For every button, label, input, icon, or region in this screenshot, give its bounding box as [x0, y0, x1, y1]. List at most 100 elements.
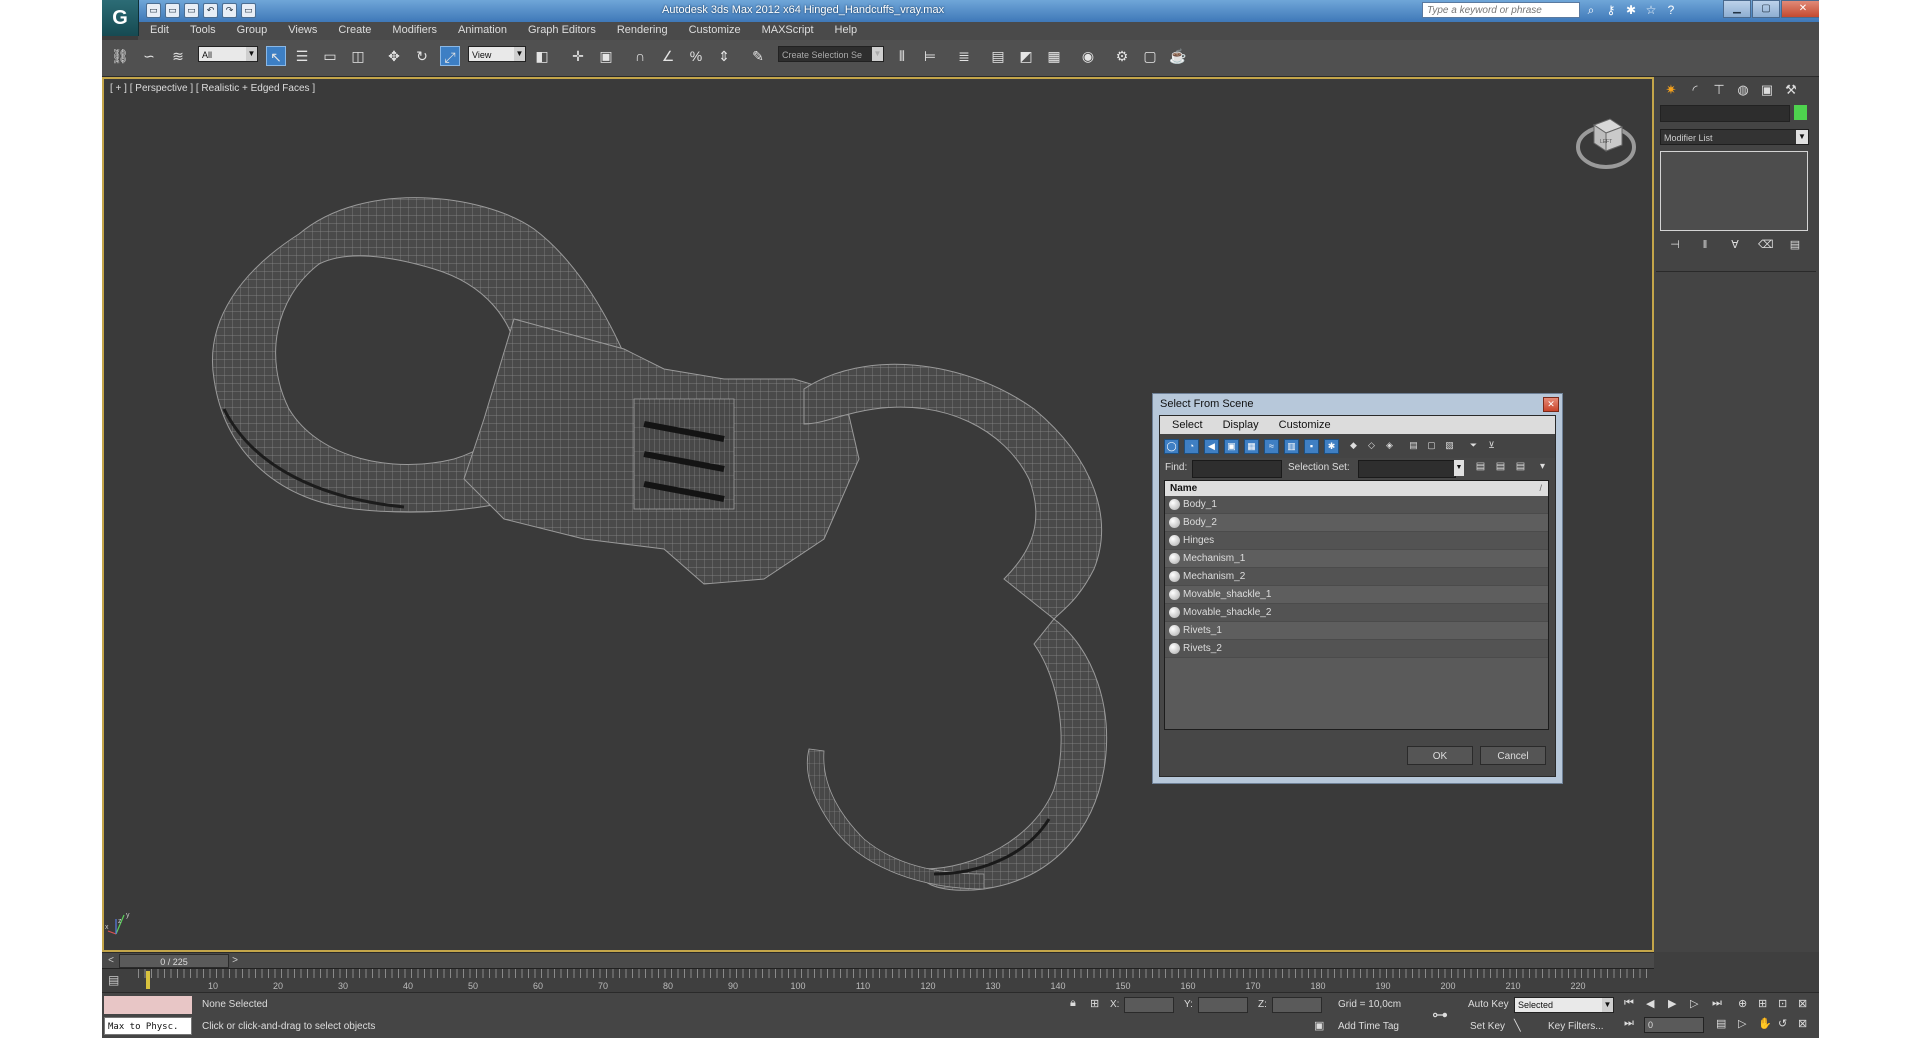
rendered-frame-window-icon[interactable]: ▢ [1140, 46, 1160, 66]
zoom-icon[interactable]: ⊕ [1738, 997, 1747, 1010]
menu-edit[interactable]: Edit [138, 22, 178, 40]
dialog-close-button[interactable]: ✕ [1543, 397, 1559, 412]
time-tag-icon[interactable]: ▣ [1314, 1019, 1324, 1032]
dialog-menu-display[interactable]: Display [1211, 416, 1267, 434]
go-to-start-icon[interactable]: ⏮ [1624, 997, 1634, 1010]
list-item[interactable]: Movable_shackle_2 [1165, 604, 1548, 622]
display-groups-icon[interactable]: ▥ [1284, 439, 1299, 454]
percent-snap-icon[interactable]: % [686, 46, 706, 66]
modifier-list-dropdown[interactable]: Modifier List ▼ [1660, 129, 1809, 145]
key-mode-toggle-icon[interactable]: ⏭ [1624, 1017, 1634, 1030]
menu-help[interactable]: Help [823, 22, 867, 40]
time-slider-prev[interactable]: < [104, 953, 118, 969]
display-space-warps-icon[interactable]: ≈ [1264, 439, 1279, 454]
spinner-snap-icon[interactable]: ⇕ [714, 46, 734, 66]
new-file-icon[interactable]: ▭ [146, 3, 161, 18]
menu-group[interactable]: Group [225, 22, 277, 40]
render-setup-icon[interactable]: ⚙ [1112, 46, 1132, 66]
filter-options-icon[interactable]: ⊻ [1484, 439, 1499, 454]
menu-maxscript[interactable]: MAXScript [750, 22, 823, 40]
hierarchy-tab-icon[interactable]: ⊤ [1710, 81, 1728, 99]
named-selection-set-dropdown[interactable]: Create Selection Se ▼ [778, 46, 884, 62]
menu-tools[interactable]: Tools [178, 22, 225, 40]
create-set-icon[interactable]: ▤ [1474, 461, 1487, 475]
menu-views[interactable]: Views [276, 22, 326, 40]
select-none-icon[interactable]: ▢ [1424, 439, 1439, 454]
go-to-end-icon[interactable]: ⏭ [1712, 997, 1722, 1010]
add-time-tag-button[interactable]: Add Time Tag [1338, 1021, 1399, 1032]
display-helpers-icon[interactable]: ▦ [1244, 439, 1259, 454]
object-list[interactable]: Name / Body_1 Body_2 Hinges Mechanism_1 M… [1164, 480, 1549, 730]
object-name-field[interactable] [1660, 105, 1790, 122]
perspective-viewport[interactable]: [ + ] [ Perspective ] [ Realistic + Edge… [102, 77, 1654, 952]
menu-modifiers[interactable]: Modifiers [380, 22, 446, 40]
modifier-stack[interactable] [1660, 151, 1808, 231]
align-icon[interactable]: ⊨ [920, 46, 940, 66]
select-all-icon[interactable]: ▤ [1406, 439, 1421, 454]
list-item[interactable]: Movable_shackle_1 [1165, 586, 1548, 604]
x-coordinate-field[interactable] [1124, 997, 1174, 1013]
redo-icon[interactable]: ↷ [222, 3, 237, 18]
rotate-icon[interactable]: ↻ [412, 46, 432, 66]
zoom-extents-icon[interactable]: ⊡ [1778, 997, 1787, 1010]
selection-set-input[interactable] [1358, 460, 1456, 478]
undo-icon[interactable]: ↶ [203, 3, 218, 18]
zoom-all-icon[interactable]: ⊞ [1758, 997, 1767, 1010]
display-shapes-icon[interactable]: ◔ [1184, 439, 1199, 454]
mini-curve-editor-icon[interactable]: ▤ [108, 973, 119, 987]
project-folder-icon[interactable]: ▭ [241, 3, 256, 18]
open-file-icon[interactable]: ▭ [165, 3, 180, 18]
chevron-down-icon[interactable]: ▼ [1454, 460, 1464, 476]
display-xrefs-icon[interactable]: ▪ [1304, 439, 1319, 454]
reference-coordinate-dropdown[interactable]: View ▼ [468, 46, 526, 62]
save-file-icon[interactable]: ▭ [184, 3, 199, 18]
play-icon[interactable]: ▶ [1668, 997, 1676, 1010]
display-cameras-icon[interactable]: ▣ [1224, 439, 1239, 454]
material-editor-icon[interactable]: ◉ [1078, 46, 1098, 66]
menu-animation[interactable]: Animation [446, 22, 516, 40]
create-tab-icon[interactable]: ✷ [1662, 81, 1680, 99]
find-input[interactable] [1192, 460, 1282, 478]
list-item[interactable]: Mechanism_1 [1165, 550, 1548, 568]
graphite-modeling-icon[interactable]: ▤ [988, 46, 1008, 66]
modify-tab-icon[interactable]: ◜ [1686, 81, 1704, 99]
menu-customize[interactable]: Customize [677, 22, 750, 40]
link-icon[interactable]: ⛓ [110, 46, 130, 66]
dialog-menu-customize[interactable]: Customize [1267, 416, 1339, 434]
maxscript-listener-output[interactable] [104, 996, 192, 1014]
list-item[interactable]: Mechanism_2 [1165, 568, 1548, 586]
time-slider[interactable]: < 0 / 225 > [102, 952, 1654, 969]
time-slider-next[interactable]: > [228, 953, 242, 969]
pan-view-icon[interactable]: ✋ [1758, 1017, 1772, 1030]
selection-filter-dropdown[interactable]: All ▼ [198, 46, 258, 62]
list-item[interactable]: Body_2 [1165, 514, 1548, 532]
display-lights-icon[interactable]: ◀ [1204, 439, 1219, 454]
menu-graph-editors[interactable]: Graph Editors [516, 22, 605, 40]
cancel-button[interactable]: Cancel [1480, 746, 1546, 765]
help-search-input[interactable]: Type a keyword or phrase [1422, 2, 1580, 18]
connection-icon[interactable]: ✱ [1624, 3, 1638, 17]
curve-editor-icon[interactable]: ◩ [1016, 46, 1036, 66]
remove-modifier-icon[interactable]: ⌫ [1758, 238, 1774, 252]
track-bar[interactable]: ▤ 10 20 30 40 50 60 70 80 90 100 110 120… [102, 968, 1654, 993]
snaps-toggle-icon[interactable]: ∩ [630, 46, 650, 66]
maximize-viewport-icon[interactable]: ⊠ [1798, 1017, 1807, 1030]
select-and-manipulate-icon[interactable]: ✛ [568, 46, 588, 66]
utilities-tab-icon[interactable]: ⚒ [1782, 81, 1800, 99]
angle-snap-icon[interactable]: ∠ [658, 46, 678, 66]
dialog-menu-select[interactable]: Select [1160, 416, 1211, 434]
set-key-icon[interactable]: ⊶ [1432, 1005, 1448, 1025]
scale-icon[interactable]: ⤢ [440, 46, 460, 66]
minimize-button[interactable]: ▁ [1723, 0, 1751, 18]
chevron-down-icon[interactable]: ▾ [1536, 461, 1549, 475]
select-object-icon[interactable]: ↖ [266, 46, 286, 66]
z-coordinate-field[interactable] [1272, 997, 1322, 1013]
star-icon[interactable]: ☆ [1644, 3, 1658, 17]
pivot-center-icon[interactable]: ◧ [532, 46, 552, 66]
close-button[interactable]: ✕ [1781, 0, 1819, 18]
object-color-swatch[interactable] [1794, 105, 1807, 120]
app-logo-icon[interactable]: G [102, 0, 139, 36]
column-header-name[interactable]: Name / [1165, 481, 1548, 496]
key-filters-button[interactable]: Key Filters... [1548, 1021, 1604, 1032]
select-invert-icon[interactable]: ▧ [1442, 439, 1457, 454]
